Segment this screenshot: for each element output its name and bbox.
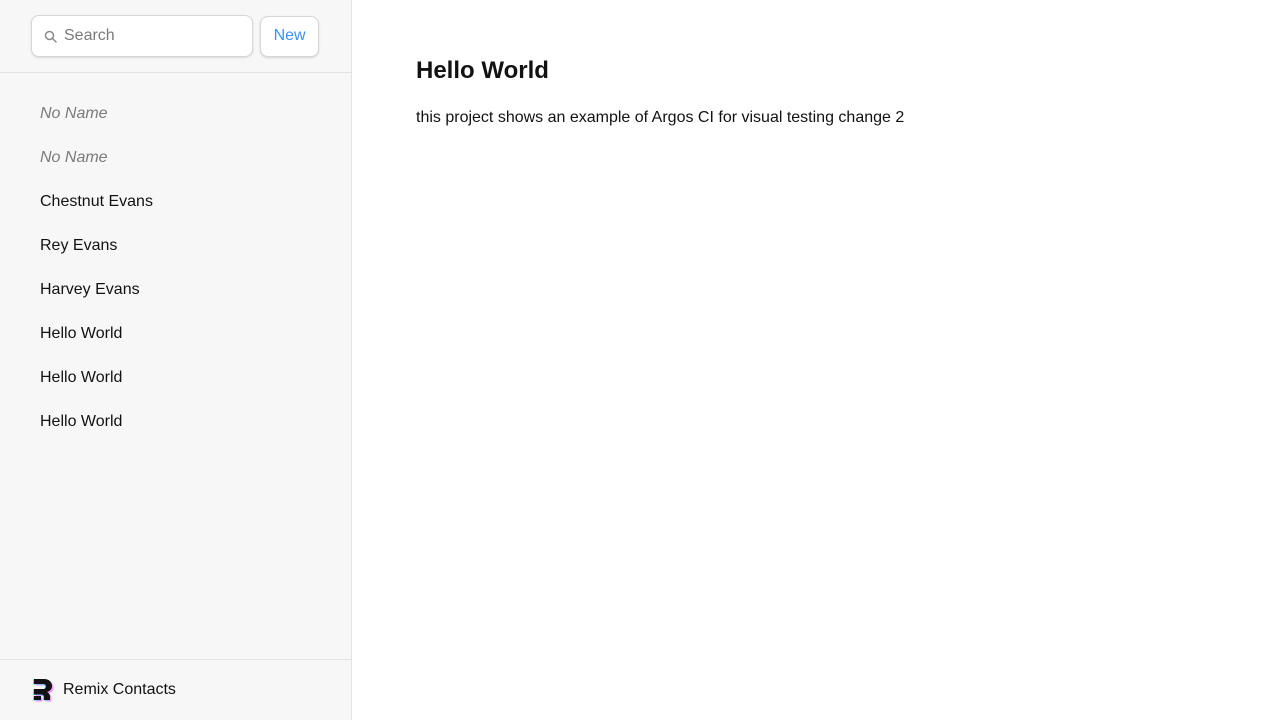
sidebar: New No Name No Name Chestnut Evans Rey E… bbox=[0, 0, 352, 720]
contact-item[interactable]: No Name bbox=[0, 136, 351, 180]
search-box[interactable] bbox=[31, 15, 254, 57]
contact-notes: this project shows an example of Argos C… bbox=[416, 109, 905, 126]
remix-logo-icon[interactable] bbox=[31, 676, 55, 704]
contact-item[interactable]: Harvey Evans bbox=[0, 268, 351, 312]
contact-name: Hello World bbox=[416, 57, 549, 84]
contact-detail: Hello World this project shows an exampl… bbox=[352, 0, 1280, 720]
contact-item[interactable]: Rey Evans bbox=[0, 224, 351, 268]
new-contact-button[interactable]: New bbox=[260, 15, 319, 57]
contact-item[interactable]: No Name bbox=[0, 92, 351, 136]
search-icon bbox=[42, 28, 58, 44]
contact-list: No Name No Name Chestnut Evans Rey Evans… bbox=[0, 73, 351, 720]
contact-item[interactable]: Hello World bbox=[0, 356, 351, 400]
app: New No Name No Name Chestnut Evans Rey E… bbox=[0, 0, 1280, 720]
sidebar-header: New bbox=[0, 0, 351, 73]
contact-item[interactable]: Chestnut Evans bbox=[0, 180, 351, 224]
contact-item[interactable]: Hello World bbox=[0, 400, 351, 444]
sidebar-footer: Remix Contacts bbox=[0, 659, 351, 720]
app-title: Remix Contacts bbox=[63, 681, 176, 698]
contact-item[interactable]: Hello World bbox=[0, 312, 351, 356]
search-input[interactable] bbox=[64, 27, 234, 45]
